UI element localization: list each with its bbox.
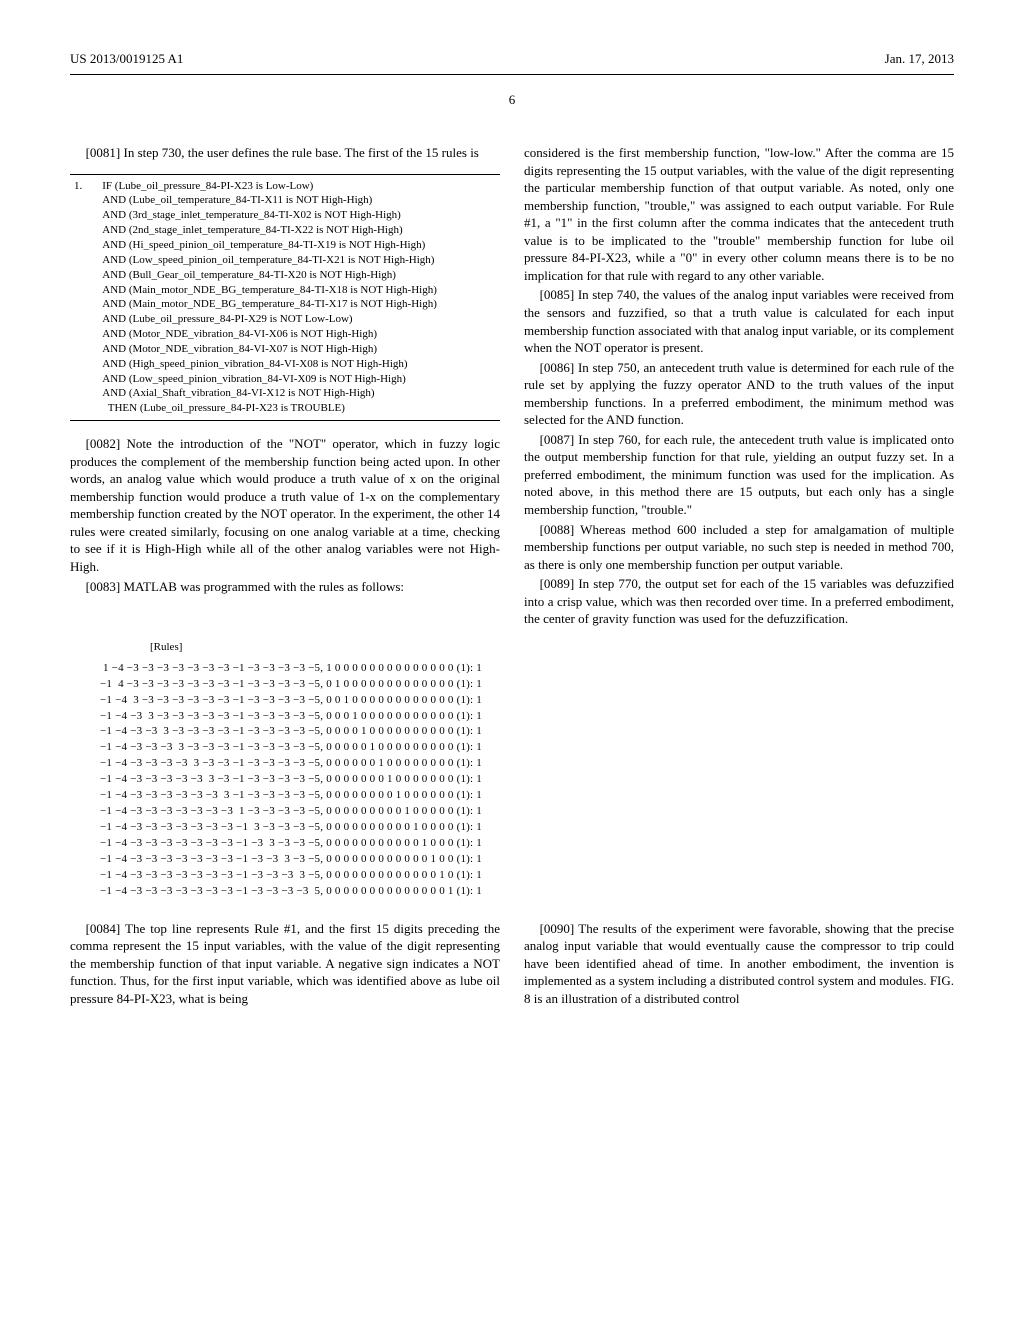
right-column-bottom: [0090] The results of the experiment wer… (524, 920, 954, 1010)
right-column: considered is the first membership funct… (524, 144, 954, 630)
header-rule (70, 74, 954, 75)
bottom-columns: [0084] The top line represents Rule #1, … (70, 920, 954, 1010)
para-0084-cont: considered is the first membership funct… (524, 144, 954, 284)
para-0084: [0084] The top line represents Rule #1, … (70, 920, 500, 1008)
rule-body: IF (Lube_oil_pressure_84-PI-X23 is Low-L… (102, 179, 500, 417)
top-columns: [0081] In step 730, the user defines the… (70, 144, 954, 630)
pub-date: Jan. 17, 2013 (885, 50, 954, 68)
para-0086: [0086] In step 750, an antecedent truth … (524, 359, 954, 429)
para-0090: [0090] The results of the experiment wer… (524, 920, 954, 1008)
page-number: 6 (70, 91, 954, 109)
rules-table: 1 −4 −3 −3 −3 −3 −3 −3 −3 −1 −3 −3 −3 −3… (100, 661, 954, 900)
rule-definition: 1. IF (Lube_oil_pressure_84-PI-X23 is Lo… (70, 174, 500, 422)
para-0087: [0087] In step 760, for each rule, the a… (524, 431, 954, 519)
left-column-bottom: [0084] The top line represents Rule #1, … (70, 920, 500, 1010)
para-0082: [0082] Note the introduction of the "NOT… (70, 435, 500, 575)
para-0089: [0089] In step 770, the output set for e… (524, 575, 954, 628)
para-0088: [0088] Whereas method 600 included a ste… (524, 521, 954, 574)
rule-number: 1. (70, 179, 82, 417)
left-column: [0081] In step 730, the user defines the… (70, 144, 500, 630)
page-header: US 2013/0019125 A1 Jan. 17, 2013 (70, 50, 954, 68)
para-0085: [0085] In step 740, the values of the an… (524, 286, 954, 356)
para-0081: [0081] In step 730, the user defines the… (70, 144, 500, 162)
rules-heading: [Rules] (150, 640, 954, 655)
para-0083: [0083] MATLAB was programmed with the ru… (70, 578, 500, 596)
pub-number: US 2013/0019125 A1 (70, 50, 183, 68)
